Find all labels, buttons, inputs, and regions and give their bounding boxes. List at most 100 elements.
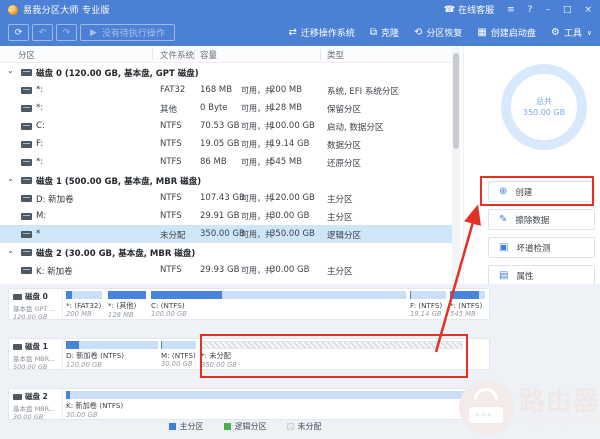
disk-group-row[interactable]: ⌄ 磁盘 0 (120.00 GB, 基本盘, GPT 磁盘) xyxy=(0,63,453,81)
capacity-total: 100.00 GB xyxy=(270,121,315,131)
tools-menu-button[interactable]: ⚙ 工具 ∨ xyxy=(551,26,592,39)
refresh-button[interactable]: ⟳ xyxy=(8,24,29,41)
partition-name: K: 新加卷 xyxy=(36,265,73,277)
partition-table: ⌄ 磁盘 0 (120.00 GB, 基本盘, GPT 磁盘) *: FAT32… xyxy=(0,63,453,279)
titlebar: 易我分区大师 专业版 ☎ 在线客服 ≡ ? – □ × xyxy=(0,0,600,19)
maximize-button[interactable]: □ xyxy=(563,5,572,15)
partition-icon xyxy=(21,105,32,112)
menu-icon[interactable]: ≡ xyxy=(507,5,515,15)
properties-label: 属性 xyxy=(516,270,533,282)
partition-name: C: xyxy=(36,121,45,131)
partition-recovery-button[interactable]: ⟲ 分区恢复 xyxy=(414,26,462,39)
capacity-free: 350.00 GB xyxy=(200,229,245,239)
file-system: NTFS xyxy=(160,121,182,131)
surface-test-label: 坏道检测 xyxy=(516,242,550,254)
table-row[interactable]: F: NTFS 19.05 GB 可用，共 19.14 GB 数据分区 xyxy=(0,135,453,153)
minimize-button[interactable]: – xyxy=(545,5,550,15)
table-header: 分区 文件系统 容量 类型 xyxy=(0,46,463,63)
usage-bar xyxy=(161,341,196,349)
undo-button[interactable]: ↶ xyxy=(32,24,53,41)
column-partition[interactable]: 分区 xyxy=(18,49,35,61)
partition-block[interactable]: *: (FAT32) 200 MB xyxy=(66,291,102,318)
partition-label: F: (NTFS) xyxy=(410,301,446,310)
scrollbar-thumb[interactable] xyxy=(453,53,459,149)
partition-block[interactable]: C: (NTFS) 100.00 GB xyxy=(151,291,406,318)
disk-label[interactable]: 磁盘 2 基本盘 MBR... 30.00 GB xyxy=(9,389,63,419)
capacity-free: 168 MB xyxy=(200,85,232,95)
partition-icon xyxy=(21,231,32,238)
partition-icon xyxy=(21,267,32,274)
partition-icon xyxy=(21,123,32,130)
pending-operations-button[interactable]: ▶ 没有待执行操作 xyxy=(80,24,175,41)
partition-block[interactable]: D: 新加卷 (NTFS) 120.00 GB xyxy=(66,341,158,368)
partition-name: * xyxy=(36,229,40,239)
partition-block[interactable]: *: (NTFS) 545 MB xyxy=(450,291,485,318)
collapse-caret-icon: ⌄ xyxy=(7,174,14,183)
disk-label[interactable]: 磁盘 1 基本盘 MBR... 500.00 GB xyxy=(9,339,63,369)
capacity-free: 29.93 GB xyxy=(200,265,239,275)
map-legend: 主分区 逻辑分区 未分配 xyxy=(0,421,490,432)
primary-swatch xyxy=(169,423,176,430)
partition-block[interactable]: M: (NTFS) 30.00 GB xyxy=(161,341,196,368)
table-row[interactable]: M: NTFS 29.91 GB 可用，共 30.00 GB 主分区 xyxy=(0,207,453,225)
disk-icon xyxy=(13,344,22,350)
create-button[interactable]: ⊕ 创建 xyxy=(488,181,595,202)
create-icon: ⊕ xyxy=(499,186,507,197)
clone-label: 克隆 xyxy=(381,26,399,39)
table-row[interactable]: K: 新加卷 NTFS 29.93 GB 可用，共 30.00 GB 主分区 xyxy=(0,261,453,279)
disk-group-row[interactable]: ⌄ 磁盘 2 (30.00 GB, 基本盘, MBR 磁盘) xyxy=(0,243,453,261)
partition-label: K: 新加卷 (NTFS) xyxy=(66,401,485,411)
column-filesystem[interactable]: 文件系统 xyxy=(160,49,194,61)
unallocated-block[interactable]: *: 未分配 350.00 GB xyxy=(201,341,463,368)
online-service-button[interactable]: ☎ 在线客服 xyxy=(444,3,494,16)
disk-group-row[interactable]: ⌄ 磁盘 1 (500.00 GB, 基本盘, MBR 磁盘) xyxy=(0,171,453,189)
capacity-sep: 可用，共 xyxy=(241,229,273,240)
erase-data-icon: ✎ xyxy=(499,214,507,225)
disk-label[interactable]: 磁盘 0 基本盘 GPT ... 120.00 GB xyxy=(9,289,63,319)
unallocated-swatch xyxy=(287,423,294,430)
partition-name: F: xyxy=(36,139,43,149)
table-row-selected[interactable]: * 未分配 350.00 GB 可用，共 350.00 GB 逻辑分区 xyxy=(0,225,453,243)
surface-test-icon: ▣ xyxy=(499,242,508,253)
partition-block[interactable]: F: (NTFS) 19.14 GB xyxy=(410,291,446,318)
table-row[interactable]: D: 新加卷 NTFS 107.43 GB 可用，共 120.00 GB 主分区 xyxy=(0,189,453,207)
table-scrollbar[interactable] xyxy=(452,47,460,284)
partition-name: D: 新加卷 xyxy=(36,193,74,205)
partition-label: *: (NTFS) xyxy=(450,301,485,310)
properties-button[interactable]: ▤ 属性 xyxy=(488,265,595,286)
app-title: 易我分区大师 专业版 xyxy=(23,3,110,16)
file-system: 其他 xyxy=(160,103,177,115)
close-button[interactable]: × xyxy=(584,5,592,15)
redo-button[interactable]: ↷ xyxy=(56,24,77,41)
table-row[interactable]: C: NTFS 70.53 GB 可用，共 100.00 GB 启动, 数据分区 xyxy=(0,117,453,135)
disk-group-label: 磁盘 1 (500.00 GB, 基本盘, MBR 磁盘) xyxy=(36,175,201,187)
toolbar: ⟳ ↶ ↷ ▶ 没有待执行操作 ⇄ 迁移操作系统 ⧉ 克隆 ⟲ 分区恢复 ▦ 创… xyxy=(0,19,600,46)
table-row[interactable]: *: 其他 0 Byte 可用，共 128 MB 保留分区 xyxy=(0,99,453,117)
partition-size: 128 MB xyxy=(108,311,146,318)
column-capacity[interactable]: 容量 xyxy=(200,49,217,61)
donut-label: 总共 xyxy=(523,96,565,107)
table-row[interactable]: *: FAT32 168 MB 可用，共 200 MB 系统, EFI 系统分区 xyxy=(0,81,453,99)
column-type[interactable]: 类型 xyxy=(327,49,344,61)
partition-size: 19.14 GB xyxy=(410,310,446,318)
partition-label: *: (FAT32) xyxy=(66,301,102,310)
disk-size: 30.00 GB xyxy=(13,413,62,421)
table-row[interactable]: *: NTFS 86 MB 可用，共 545 MB 还原分区 xyxy=(0,153,453,171)
chevron-down-icon: ∨ xyxy=(587,29,592,37)
surface-test-button[interactable]: ▣ 坏道检测 xyxy=(488,237,595,258)
partition-block[interactable]: K: 新加卷 (NTFS) 30.00 GB xyxy=(66,391,485,418)
partition-block[interactable]: *: (其他) 128 MB xyxy=(108,291,146,318)
capacity-sep: 可用，共 xyxy=(241,103,273,114)
clone-button[interactable]: ⧉ 克隆 xyxy=(370,26,399,39)
partition-size: 120.00 GB xyxy=(66,361,158,368)
erase-data-button[interactable]: ✎ 擦除数据 xyxy=(488,209,595,230)
collapse-caret-icon: ⌄ xyxy=(7,66,14,75)
bootable-disk-button[interactable]: ▦ 创建启动盘 xyxy=(477,26,535,39)
disk-icon xyxy=(21,69,32,76)
help-icon[interactable]: ? xyxy=(528,5,533,15)
disk-map-row: 磁盘 2 基本盘 MBR... 30.00 GB K: 新加卷 (NTFS) 3… xyxy=(8,388,490,420)
partition-label: M: (NTFS) xyxy=(161,351,196,360)
file-system: NTFS xyxy=(160,139,182,149)
migrate-os-button[interactable]: ⇄ 迁移操作系统 xyxy=(288,26,354,39)
collapse-caret-icon: ⌄ xyxy=(7,246,14,255)
